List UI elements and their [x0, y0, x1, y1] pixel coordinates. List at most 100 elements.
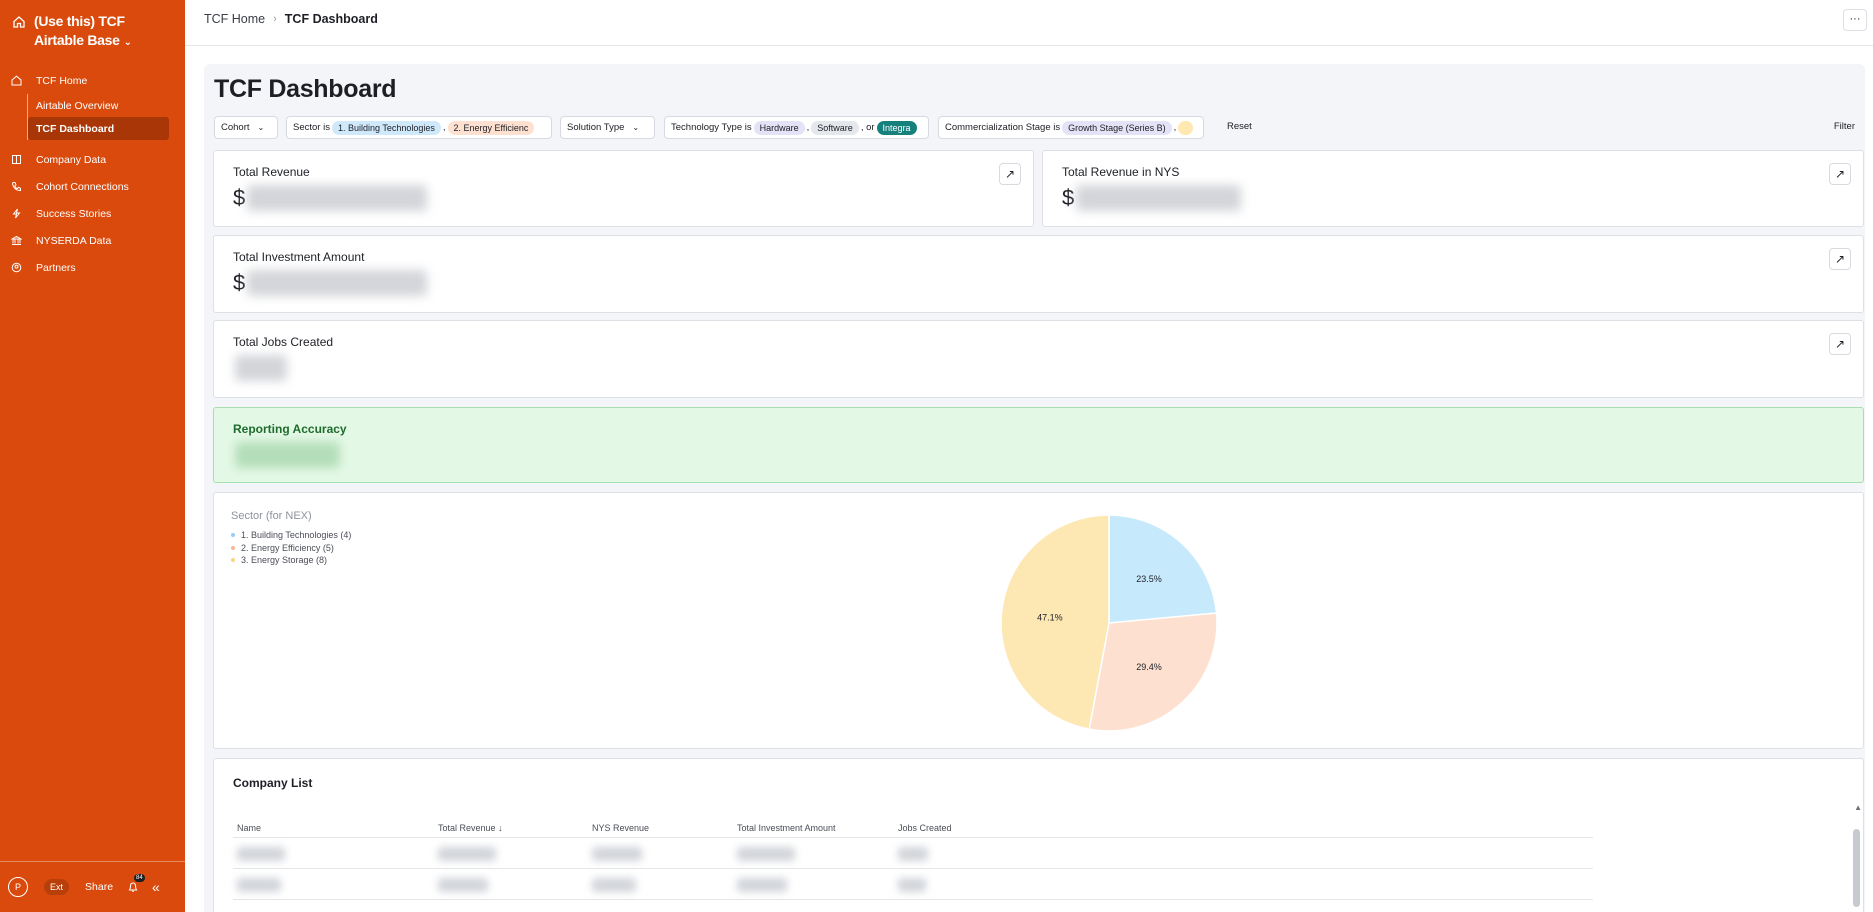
cohort-filter[interactable]: Cohort ⌄	[214, 116, 278, 139]
legend-item: 3. Energy Storage (8)	[231, 554, 351, 567]
book-icon	[12, 155, 21, 164]
pie-slice[interactable]	[1108, 514, 1218, 624]
dashboard-main: TCF Dashboard Cohort ⌄ Sector is 1. Buil…	[204, 64, 1865, 912]
solution-type-label: Solution Type	[567, 122, 625, 133]
cohort-filter-label: Cohort	[221, 122, 250, 133]
total-revenue-nys-value: $	[1062, 185, 1242, 211]
sector-tag: 2. Energy Efficienc	[447, 120, 535, 135]
redacted-cell	[438, 878, 488, 892]
user-circle-icon	[11, 262, 22, 273]
technology-or: or	[866, 122, 875, 133]
notifications-button[interactable]: 84	[127, 874, 145, 893]
share-button[interactable]: Share	[85, 881, 113, 893]
sidebar-item-nyserda-data[interactable]: NYSERDA Data	[0, 227, 185, 254]
total-investment-card: Total Investment Amount $ ↗	[213, 235, 1864, 313]
chevron-right-icon: ›	[273, 13, 277, 25]
filter-bar: Cohort ⌄ Sector is 1. Building Technolog…	[214, 116, 1859, 139]
table-header: Name Total Revenue ↓ NYS Revenue Total I…	[233, 818, 1593, 838]
column-header-total-revenue[interactable]: Total Revenue ↓	[438, 823, 503, 833]
sidebar-item-cohort-connections[interactable]: Cohort Connections	[0, 173, 185, 200]
sidebar-item-partners[interactable]: Partners	[0, 254, 185, 281]
total-revenue-card: Total Revenue $ ↗	[213, 150, 1034, 227]
base-title-line2: Airtable Base	[34, 32, 120, 48]
sidebar-item-label: Airtable Overview	[36, 99, 119, 112]
currency-symbol: $	[1062, 185, 1075, 210]
reporting-accuracy-value	[233, 442, 340, 468]
sidebar-item-company-data[interactable]: Company Data	[0, 146, 185, 173]
avatar[interactable]: P	[8, 877, 28, 897]
chevron-down-icon: ⌄	[632, 123, 640, 132]
collapse-sidebar-icon[interactable]: «	[152, 879, 160, 895]
legend-dot	[231, 533, 235, 538]
currency-symbol: $	[233, 185, 246, 210]
technology-type-filter[interactable]: Technology Type is Hardware , Software ,…	[664, 116, 929, 139]
page-title: TCF Dashboard	[214, 75, 397, 103]
sidebar: (Use this) TCF Airtable Base ⌄ TCF Home A…	[0, 0, 185, 912]
redacted-cell	[898, 847, 928, 861]
filter-button[interactable]: Filter	[1834, 121, 1855, 132]
legend-label: 3. Energy Storage (8)	[241, 555, 328, 566]
sidebar-item-airtable-overview[interactable]: Airtable Overview	[28, 94, 185, 117]
chart-title: Sector (for NEX)	[231, 510, 312, 522]
more-options-button[interactable]: ···	[1843, 9, 1867, 31]
total-investment-value: $	[233, 270, 428, 296]
redacted-value	[1076, 185, 1242, 211]
extensions-button[interactable]: Ext	[44, 879, 70, 895]
table-scrollbar[interactable]	[1853, 829, 1860, 907]
sidebar-item-label: NYSERDA Data	[36, 234, 112, 247]
sidebar-item-label: Company Data	[36, 153, 107, 166]
column-header-nys-revenue[interactable]: NYS Revenue	[592, 823, 649, 833]
redacted-cell	[237, 878, 281, 892]
column-header-total-investment[interactable]: Total Investment Amount	[737, 823, 836, 833]
legend-label: 2. Energy Efficiency (5)	[241, 542, 334, 553]
table-row[interactable]	[233, 839, 1593, 869]
redacted-value	[235, 355, 287, 381]
chevron-down-icon: ⌄	[257, 123, 265, 132]
breadcrumb-home[interactable]: TCF Home	[204, 12, 265, 26]
expand-arrow-icon[interactable]: ↗	[999, 163, 1021, 185]
pie-slice[interactable]	[1088, 612, 1218, 732]
sidebar-item-tcf-home[interactable]: TCF Home	[0, 67, 185, 94]
chart-legend: 1. Building Technologies (4) 2. Energy Ef…	[231, 529, 351, 567]
top-bar: TCF Home › TCF Dashboard ···	[185, 0, 1873, 46]
base-switcher[interactable]: (Use this) TCF Airtable Base ⌄	[12, 12, 177, 52]
pie-slice-label: 29.4%	[1136, 662, 1162, 672]
lightning-icon	[12, 208, 21, 219]
redacted-value	[247, 270, 428, 296]
reset-filters-button[interactable]: Reset	[1227, 121, 1252, 132]
expand-arrow-icon[interactable]: ↗	[1829, 248, 1851, 270]
sector-filter[interactable]: Sector is 1. Building Technologies , 2. …	[286, 116, 552, 139]
sidebar-item-tcf-dashboard[interactable]: TCF Dashboard	[28, 117, 169, 140]
stage-tag-overflow	[1178, 120, 1193, 135]
stage-tag: Growth Stage (Series B)	[1062, 120, 1172, 135]
bell-icon	[128, 882, 138, 892]
reporting-accuracy-card: Reporting Accuracy	[213, 407, 1864, 483]
sector-filter-prefix: Sector is	[293, 122, 330, 133]
redacted-cell	[898, 878, 926, 892]
currency-symbol: $	[233, 270, 246, 295]
technology-tag: Software	[811, 120, 859, 135]
redacted-cell	[438, 847, 496, 861]
scroll-up-icon[interactable]: ▲	[1854, 803, 1862, 812]
total-jobs-label: Total Jobs Created	[233, 335, 334, 349]
table-row[interactable]	[233, 870, 1593, 900]
sidebar-nav: TCF Home Airtable Overview TCF Dashboard…	[0, 67, 185, 281]
base-title: (Use this) TCF Airtable Base ⌄	[34, 12, 132, 52]
technology-type-prefix: Technology Type is	[671, 122, 752, 133]
legend-item: 2. Energy Efficiency (5)	[231, 542, 351, 555]
sidebar-item-success-stories[interactable]: Success Stories	[0, 200, 185, 227]
solution-type-filter[interactable]: Solution Type ⌄	[560, 116, 655, 139]
home-icon	[13, 16, 25, 28]
commercialization-stage-filter[interactable]: Commercialization Stage is Growth Stage …	[938, 116, 1204, 139]
column-header-jobs-created[interactable]: Jobs Created	[898, 823, 952, 833]
expand-arrow-icon[interactable]: ↗	[1829, 163, 1851, 185]
redacted-cell	[237, 847, 285, 861]
sector-chart-card: Sector (for NEX) 1. Building Technologie…	[213, 492, 1864, 749]
expand-arrow-icon[interactable]: ↗	[1829, 333, 1851, 355]
bank-icon	[11, 235, 22, 245]
column-header-name[interactable]: Name	[237, 823, 261, 833]
redacted-value	[247, 185, 428, 211]
legend-dot	[231, 558, 235, 563]
column-header-label: Total Revenue	[438, 823, 496, 833]
chevron-down-icon: ⌄	[123, 37, 132, 48]
